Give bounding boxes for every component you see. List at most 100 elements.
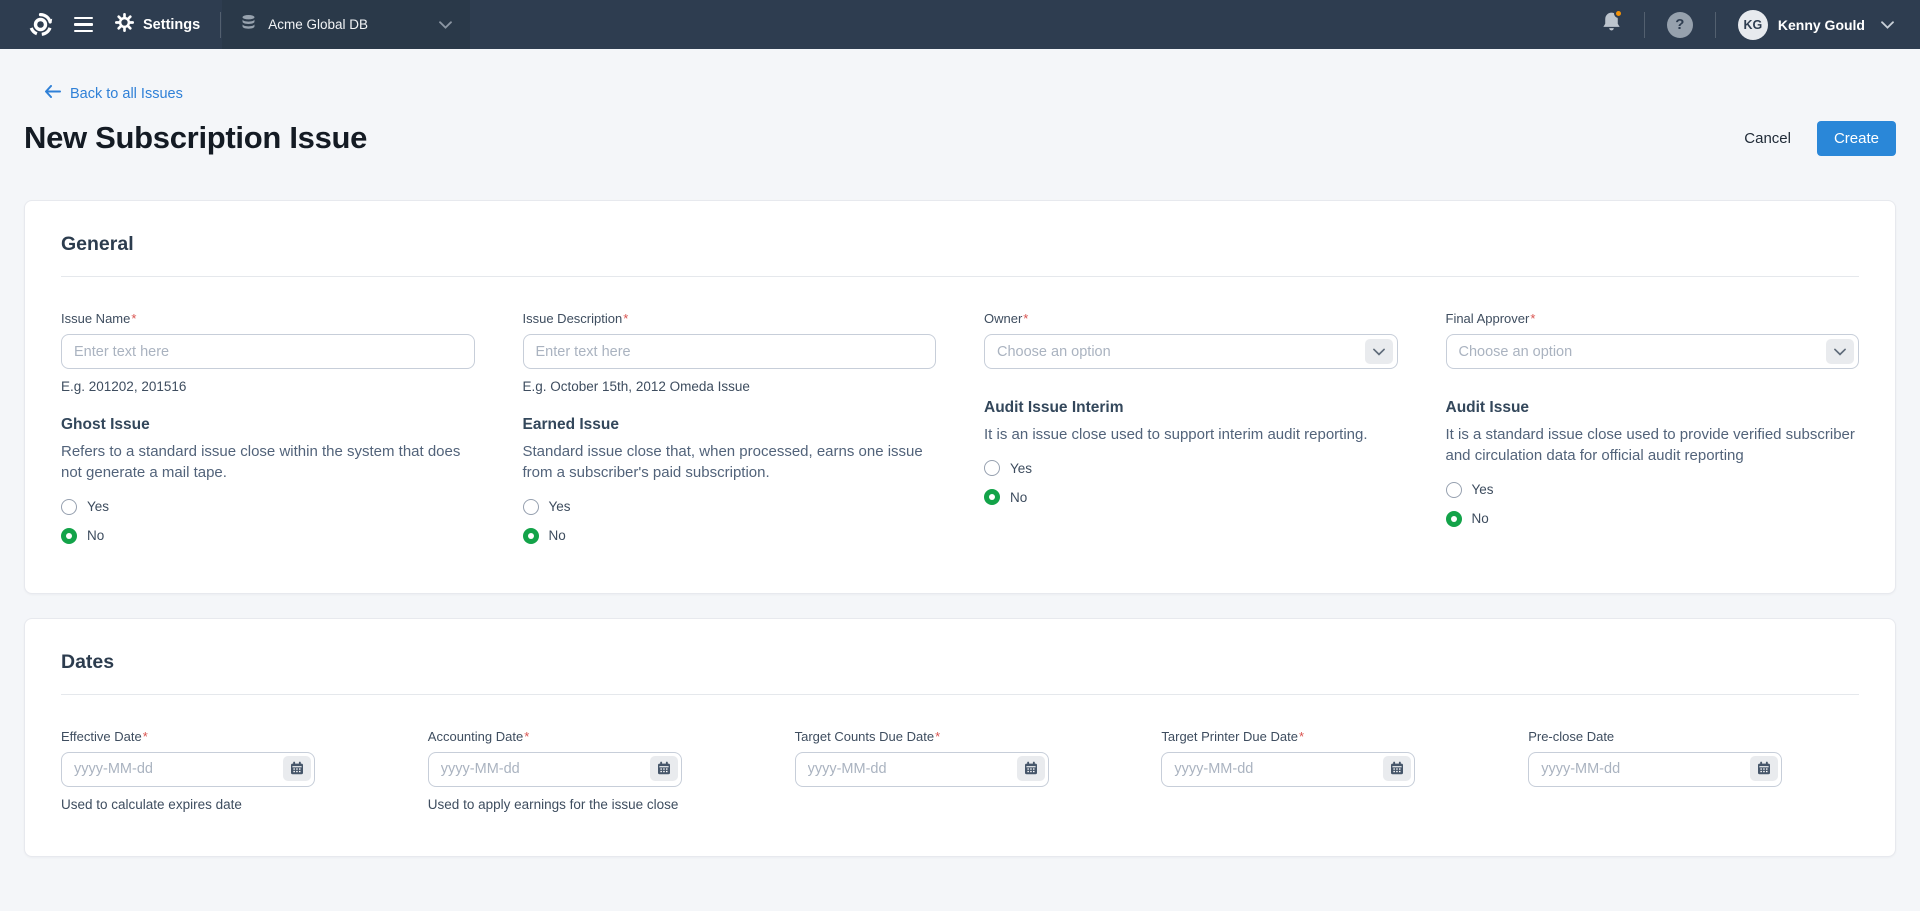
topbar-right: ? KG Kenny Gould bbox=[1601, 10, 1920, 40]
ghost-issue-radio-yes[interactable]: Yes bbox=[61, 499, 109, 515]
issue-description-label: Issue Description* bbox=[523, 311, 937, 326]
pre-close-date-label: Pre-close Date bbox=[1528, 729, 1859, 744]
issue-description-input[interactable] bbox=[523, 334, 937, 369]
notifications-button[interactable] bbox=[1601, 11, 1622, 39]
calendar-icon[interactable] bbox=[283, 756, 311, 781]
audit-issue-radio-no[interactable]: No bbox=[1446, 511, 1489, 527]
radio-selected-icon[interactable] bbox=[523, 528, 539, 544]
effective-date-input[interactable] bbox=[61, 752, 315, 787]
radio-unselected-icon[interactable] bbox=[523, 499, 539, 515]
general-heading: General bbox=[61, 233, 1859, 256]
target-printer-due-date-input[interactable] bbox=[1161, 752, 1415, 787]
effective-date-helper: Used to calculate expires date bbox=[61, 797, 392, 812]
audit-issue-group: Audit Issue It is a standard issue close… bbox=[1446, 399, 1860, 527]
pre-close-date-input[interactable] bbox=[1528, 752, 1782, 787]
chevron-down-icon bbox=[1881, 16, 1894, 34]
calendar-icon[interactable] bbox=[1017, 756, 1045, 781]
ghost-issue-heading: Ghost Issue bbox=[61, 416, 475, 434]
accounting-date-field: Accounting Date* bbox=[428, 729, 759, 812]
cancel-button[interactable]: Cancel bbox=[1744, 130, 1791, 147]
dates-heading: Dates bbox=[61, 651, 1859, 674]
issue-description-helper: E.g. October 15th, 2012 Omeda Issue bbox=[523, 379, 937, 394]
audit-issue-heading: Audit Issue bbox=[1446, 399, 1860, 417]
page-title: New Subscription Issue bbox=[24, 120, 367, 156]
earned-issue-heading: Earned Issue bbox=[523, 416, 937, 434]
ghost-issue-radio-no[interactable]: No bbox=[61, 528, 104, 544]
topbar: Settings Acme Global DB ? bbox=[0, 0, 1920, 49]
radio-unselected-icon[interactable] bbox=[984, 460, 1000, 476]
pre-close-date-field: Pre-close Date bbox=[1528, 729, 1859, 812]
section-divider bbox=[61, 694, 1859, 695]
calendar-icon[interactable] bbox=[1383, 756, 1411, 781]
audit-issue-interim-description: It is an issue close used to support int… bbox=[984, 424, 1398, 445]
database-selector[interactable]: Acme Global DB bbox=[222, 0, 470, 49]
ghost-issue-description: Refers to a standard issue close within … bbox=[61, 441, 475, 484]
dates-fields-grid: Effective Date* bbox=[61, 729, 1859, 812]
database-icon bbox=[240, 14, 257, 36]
back-link-label: Back to all Issues bbox=[70, 86, 183, 102]
radio-selected-icon[interactable] bbox=[61, 528, 77, 544]
general-fields-grid: Issue Name* E.g. 201202, 201516 Ghost Is… bbox=[61, 311, 1859, 557]
accounting-date-label: Accounting Date* bbox=[428, 729, 759, 744]
owner-label: Owner* bbox=[984, 311, 1398, 326]
avatar: KG bbox=[1738, 10, 1768, 40]
chevron-down-icon[interactable] bbox=[1365, 339, 1393, 364]
audit-issue-interim-group: Audit Issue Interim It is an issue close… bbox=[984, 399, 1398, 505]
ghost-issue-group: Ghost Issue Refers to a standard issue c… bbox=[61, 416, 475, 544]
help-button[interactable]: ? bbox=[1667, 12, 1693, 38]
back-to-issues-link[interactable]: Back to all Issues bbox=[44, 85, 183, 102]
issue-name-input[interactable] bbox=[61, 334, 475, 369]
audit-issue-radio-yes[interactable]: Yes bbox=[1446, 482, 1494, 498]
dates-section: Dates Effective Date* bbox=[24, 618, 1896, 857]
radio-unselected-icon[interactable] bbox=[1446, 482, 1462, 498]
general-section: General Issue Name* E.g. 201202, 201516 … bbox=[24, 200, 1896, 594]
final-approver-select[interactable]: Choose an option bbox=[1446, 334, 1860, 369]
database-name: Acme Global DB bbox=[268, 17, 428, 32]
section-divider bbox=[61, 276, 1859, 277]
earned-issue-radio-no[interactable]: No bbox=[523, 528, 566, 544]
target-counts-due-date-field: Target Counts Due Date* bbox=[795, 729, 1126, 812]
radio-selected-icon[interactable] bbox=[984, 489, 1000, 505]
final-approver-label: Final Approver* bbox=[1446, 311, 1860, 326]
accounting-date-helper: Used to apply earnings for the issue clo… bbox=[428, 797, 759, 812]
arrow-left-icon bbox=[44, 85, 61, 102]
app-logo-icon[interactable] bbox=[20, 11, 60, 38]
earned-issue-group: Earned Issue Standard issue close that, … bbox=[523, 416, 937, 544]
topbar-divider bbox=[1715, 12, 1716, 38]
audit-issue-interim-radio-no[interactable]: No bbox=[984, 489, 1027, 505]
calendar-icon[interactable] bbox=[1750, 756, 1778, 781]
topbar-divider bbox=[1644, 12, 1645, 38]
target-counts-due-date-label: Target Counts Due Date* bbox=[795, 729, 1126, 744]
accounting-date-input[interactable] bbox=[428, 752, 682, 787]
user-menu[interactable]: KG Kenny Gould bbox=[1738, 10, 1894, 40]
issue-name-label: Issue Name* bbox=[61, 311, 475, 326]
target-counts-due-date-input[interactable] bbox=[795, 752, 1049, 787]
chevron-down-icon bbox=[439, 16, 452, 34]
issue-name-helper: E.g. 201202, 201516 bbox=[61, 379, 475, 394]
calendar-icon[interactable] bbox=[650, 756, 678, 781]
notification-dot bbox=[1614, 9, 1623, 18]
page-content: Back to all Issues New Subscription Issu… bbox=[0, 85, 1920, 857]
audit-issue-interim-heading: Audit Issue Interim bbox=[984, 399, 1398, 417]
general-column-final-approver: Final Approver* Choose an option Audit I… bbox=[1446, 311, 1860, 557]
earned-issue-description: Standard issue close that, when processe… bbox=[523, 441, 937, 484]
gear-icon bbox=[115, 13, 134, 37]
create-button[interactable]: Create bbox=[1817, 121, 1896, 156]
nav-settings[interactable]: Settings bbox=[115, 13, 200, 37]
settings-label: Settings bbox=[143, 17, 200, 33]
chevron-down-icon[interactable] bbox=[1826, 339, 1854, 364]
earned-issue-radio-yes[interactable]: Yes bbox=[523, 499, 571, 515]
effective-date-field: Effective Date* bbox=[61, 729, 392, 812]
hamburger-menu-icon[interactable] bbox=[74, 17, 93, 33]
audit-issue-interim-radio-yes[interactable]: Yes bbox=[984, 460, 1032, 476]
general-column-issue-name: Issue Name* E.g. 201202, 201516 Ghost Is… bbox=[61, 311, 475, 557]
help-label: ? bbox=[1675, 16, 1684, 33]
radio-selected-icon[interactable] bbox=[1446, 511, 1462, 527]
owner-select[interactable]: Choose an option bbox=[984, 334, 1398, 369]
topbar-divider bbox=[220, 12, 221, 38]
effective-date-label: Effective Date* bbox=[61, 729, 392, 744]
audit-issue-description: It is a standard issue close used to pro… bbox=[1446, 424, 1860, 467]
radio-unselected-icon[interactable] bbox=[61, 499, 77, 515]
target-printer-due-date-field: Target Printer Due Date* bbox=[1161, 729, 1492, 812]
user-name: Kenny Gould bbox=[1778, 17, 1865, 33]
